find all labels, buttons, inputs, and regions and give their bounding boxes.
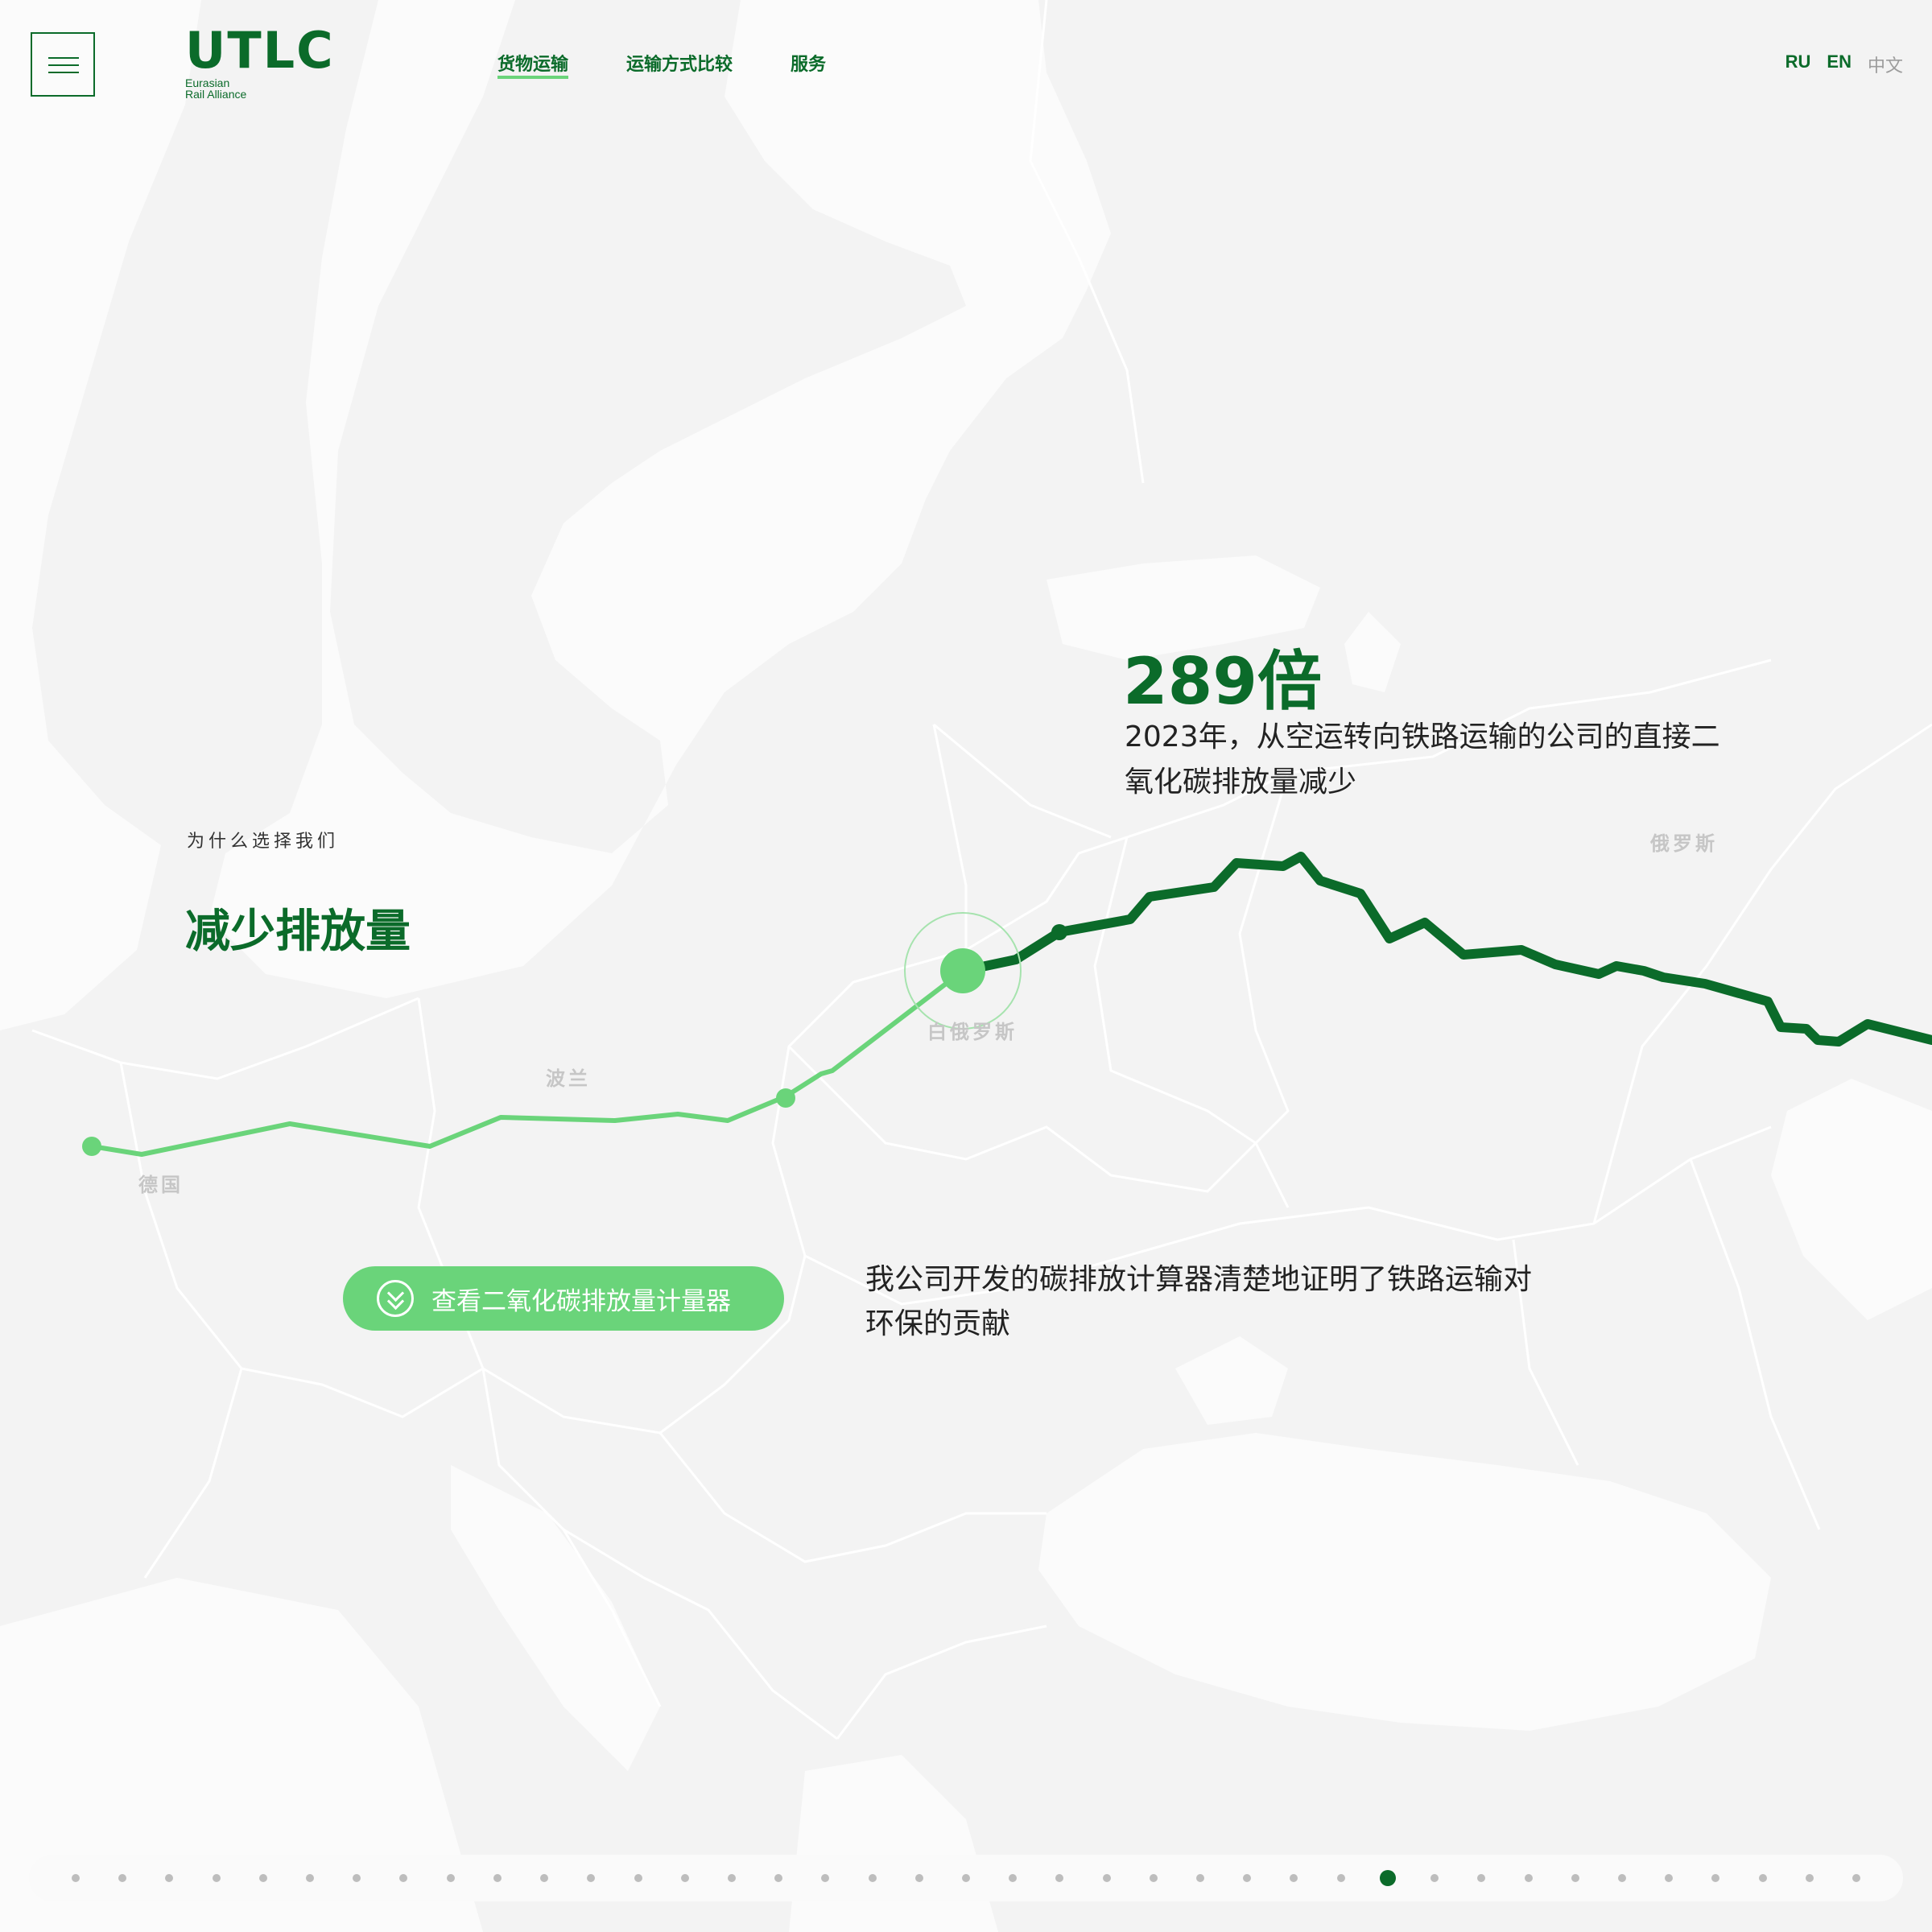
country-label-poland: 波兰: [546, 1067, 591, 1090]
pager-dot[interactable]: [1009, 1874, 1018, 1882]
logo-subtitle-line2: Rail Alliance: [185, 88, 247, 101]
pager-dot[interactable]: [587, 1874, 596, 1882]
stat-value: 289倍: [1123, 644, 1322, 719]
section-kicker: 为什么选择我们: [187, 832, 340, 852]
pager-dot[interactable]: [914, 1874, 923, 1882]
nav-item-services[interactable]: 服务: [791, 50, 826, 79]
nav-item-compare[interactable]: 运输方式比较: [626, 50, 733, 79]
logo-mark: UTLC: [185, 21, 335, 80]
country-label-germany: 德国: [138, 1174, 184, 1196]
pager-dot[interactable]: [1336, 1874, 1345, 1882]
lang-ru[interactable]: RU: [1785, 52, 1811, 77]
pager-dot[interactable]: [1571, 1874, 1579, 1882]
section-title: 减少排放量: [185, 906, 411, 958]
country-label-belarus: 白俄罗斯: [927, 1021, 1018, 1043]
pager-dot[interactable]: [680, 1874, 689, 1882]
pager-dot[interactable]: [727, 1874, 736, 1882]
lang-zh[interactable]: 中文: [1868, 52, 1903, 77]
pager-dot[interactable]: [540, 1874, 549, 1882]
pager-dot[interactable]: [1665, 1874, 1674, 1882]
pager-dot[interactable]: [258, 1874, 267, 1882]
pager-dot[interactable]: [1243, 1874, 1252, 1882]
route-start-node: [82, 1137, 101, 1156]
pager-dot[interactable]: [774, 1874, 783, 1882]
pager-dot[interactable]: [165, 1874, 174, 1882]
pager-dot[interactable]: [118, 1874, 127, 1882]
pager-dot[interactable]: [446, 1874, 455, 1882]
logo[interactable]: UTLC Eurasian Rail Alliance: [185, 21, 346, 101]
hamburger-icon-bar: [48, 64, 79, 66]
calculator-button-label: 查看二氧化碳排放量计量器: [431, 1286, 731, 1315]
pager-dot[interactable]: [1617, 1874, 1626, 1882]
pager-dot-active[interactable]: [1379, 1870, 1396, 1886]
pager-dot[interactable]: [1149, 1874, 1158, 1882]
route-node-light: [776, 1088, 795, 1108]
route-current-node: [940, 948, 985, 993]
nav-item-cargo[interactable]: 货物运输: [497, 50, 569, 79]
country-label-russia: 俄罗斯: [1650, 832, 1718, 855]
double-chevron-down-icon: [377, 1280, 414, 1317]
pager-dot[interactable]: [212, 1874, 221, 1882]
calculator-button[interactable]: 查看二氧化碳排放量计量器: [343, 1266, 784, 1331]
hamburger-icon-bar: [48, 72, 79, 73]
pager-dot[interactable]: [1852, 1874, 1860, 1882]
pager-dot[interactable]: [821, 1874, 830, 1882]
slide-pager: [29, 1855, 1903, 1901]
stat-description: 2023年，从空运转向铁路运输的公司的直接二氧化碳排放量减少: [1125, 720, 1720, 799]
pager-dot[interactable]: [1805, 1874, 1814, 1882]
pager-dot[interactable]: [306, 1874, 315, 1882]
pager-dot[interactable]: [72, 1874, 80, 1882]
pager-dot[interactable]: [962, 1874, 970, 1882]
pager-dot[interactable]: [399, 1874, 408, 1882]
pager-dot[interactable]: [493, 1874, 502, 1882]
pager-dot[interactable]: [1758, 1874, 1767, 1882]
route-node-dark: [1051, 924, 1067, 940]
hamburger-icon: [48, 57, 79, 59]
pager-dot[interactable]: [1290, 1874, 1298, 1882]
pager-dot[interactable]: [1477, 1874, 1486, 1882]
europe-map: [0, 0, 1932, 1932]
pager-dot[interactable]: [1711, 1874, 1720, 1882]
pager-dot[interactable]: [1055, 1874, 1064, 1882]
pager-dot[interactable]: [634, 1874, 642, 1882]
calculator-description: 我公司开发的碳排放计算器清楚地证明了铁路运输对环保的贡献: [865, 1263, 1533, 1340]
pager-dot[interactable]: [1102, 1874, 1111, 1882]
lang-en[interactable]: EN: [1827, 52, 1852, 77]
pager-dot[interactable]: [868, 1874, 877, 1882]
pager-dot[interactable]: [1430, 1874, 1439, 1882]
menu-button[interactable]: [31, 32, 95, 97]
language-switcher: RU EN 中文: [1769, 52, 1903, 77]
pager-dot[interactable]: [353, 1874, 361, 1882]
main-nav: 货物运输 运输方式比较 服务: [497, 50, 826, 79]
pager-dot[interactable]: [1196, 1874, 1205, 1882]
pager-dot[interactable]: [1524, 1874, 1533, 1882]
